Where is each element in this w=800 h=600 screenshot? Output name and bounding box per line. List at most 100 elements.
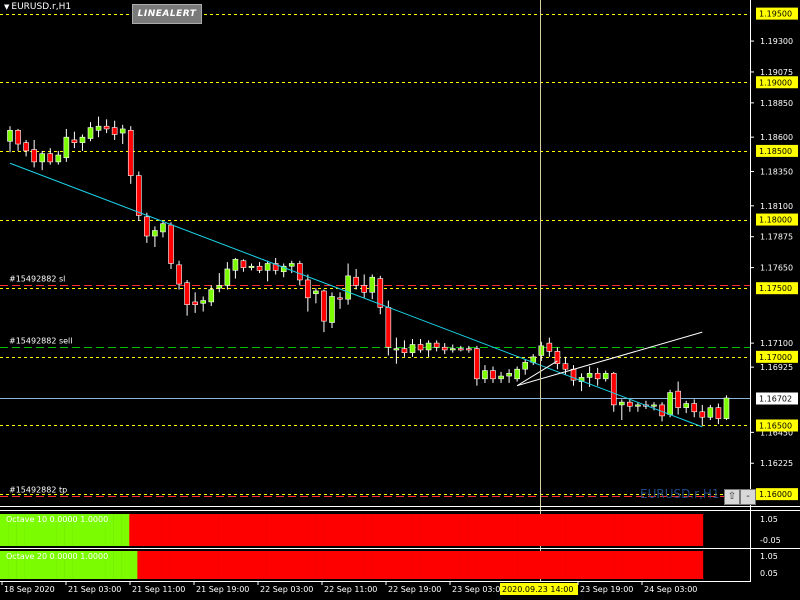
- bear-candle: [691, 403, 698, 413]
- bull-candle: [635, 404, 641, 407]
- price-tick-label: 1.19075: [760, 68, 793, 77]
- indicator-bar: [129, 551, 138, 579]
- indicator-bar: [517, 551, 526, 579]
- indicator-bar: [169, 551, 178, 579]
- indicator-bar: [694, 551, 704, 579]
- price-tick-label: 1.18350: [760, 167, 793, 176]
- indicator-bar: [492, 551, 502, 579]
- indicator-bar: [557, 551, 566, 579]
- indicator-bar: [298, 551, 308, 579]
- indicator-bar: [509, 514, 518, 546]
- indicator-bar: [185, 514, 195, 546]
- bull-candle: [345, 275, 351, 300]
- crosshair-time-label: 2020.09.23 14:00: [502, 585, 573, 594]
- indicator-name: Octave 20 0.0000 1.0000: [6, 552, 108, 561]
- bull-candle: [313, 290, 319, 294]
- indicator-bar: [113, 551, 122, 579]
- indicator-bar: [549, 551, 558, 579]
- bull-candle: [667, 392, 673, 415]
- bear-candle: [127, 130, 134, 176]
- bear-candle: [184, 282, 190, 305]
- indicator-bar: [177, 551, 187, 579]
- indicator-bar: [533, 514, 542, 546]
- indicator-bar: [121, 551, 130, 579]
- price-tick-label: 1.18600: [760, 133, 793, 142]
- indicator-bar: [436, 551, 445, 579]
- price-tick-label: 1.16225: [760, 459, 793, 468]
- indicator-bar: [274, 551, 284, 579]
- main-chart[interactable]: #15492882 sl #15492882 sell #15492882 tp 1…: [0, 0, 800, 600]
- indicator-bar: [234, 551, 243, 579]
- indicator-name: Octave 10 0.0000 1.0000: [6, 515, 108, 524]
- bull-candle: [208, 289, 215, 303]
- current-price-label: 1.16702: [759, 395, 792, 404]
- price-tick-label: 1.19300: [760, 37, 793, 46]
- chart-window-title: ▼ EURUSD.r,H1: [4, 2, 71, 12]
- indicator-bar: [379, 514, 389, 546]
- time-tick-label: 21 Sep 03:00: [68, 585, 121, 594]
- indicator-bar: [177, 514, 187, 546]
- bull-candle: [683, 403, 690, 408]
- indicator-bar: [614, 514, 623, 546]
- bull-candle: [506, 373, 512, 377]
- bull-candle: [63, 136, 70, 159]
- bear-candle: [361, 285, 368, 293]
- indicator-bar: [686, 551, 696, 579]
- price-tick-label: 1.18100: [760, 202, 793, 211]
- bull-candle: [39, 153, 46, 163]
- bear-candle: [715, 407, 722, 419]
- bull-candle: [602, 373, 609, 380]
- minus-icon[interactable]: -: [740, 489, 756, 505]
- indicator-bar: [371, 514, 380, 546]
- indicator-bar: [290, 514, 300, 546]
- bear-candle: [546, 342, 553, 352]
- bull-candle: [55, 154, 62, 163]
- line-alert-button[interactable]: LINEALERT: [132, 4, 202, 24]
- indicator-bar: [202, 514, 211, 546]
- indicator-bar: [581, 551, 591, 579]
- time-tick-label: 21 Sep 19:00: [196, 585, 249, 594]
- bull-candle: [522, 362, 529, 370]
- bull-candle: [425, 342, 432, 351]
- indicator-bar: [468, 514, 477, 546]
- level-price-label: 1.17500: [759, 284, 792, 293]
- indicator-bar: [662, 514, 671, 546]
- bear-candle: [136, 175, 142, 216]
- indicator-bar: [606, 551, 615, 579]
- indicator-bar: [290, 551, 300, 579]
- bear-candle: [256, 265, 263, 271]
- indicator-bar: [218, 514, 227, 546]
- up-arrow-icon[interactable]: ⇧: [724, 489, 740, 505]
- indicator-bar: [646, 551, 655, 579]
- indicator-bar: [129, 514, 138, 546]
- indicator-bar: [581, 514, 591, 546]
- bear-candle: [144, 216, 150, 237]
- bull-candle: [618, 401, 625, 406]
- indicator-bar: [630, 514, 639, 546]
- time-tick-label: 18 Sep 2020: [4, 585, 55, 594]
- indicator-bar: [678, 551, 688, 579]
- bull-candle: [224, 268, 231, 286]
- bull-candle: [538, 345, 545, 356]
- indicator-bar: [597, 514, 607, 546]
- price-axis: 1.19300 1.19075 1.18850 1.18600 1.18350 1.181…: [750, 0, 798, 582]
- time-tick-label: 24 Sep 03:00: [644, 585, 697, 594]
- menu-triangle-icon[interactable]: ▼: [4, 3, 9, 11]
- indicator-bar: [137, 514, 146, 546]
- indicator-bar: [565, 514, 574, 546]
- indicator-bar: [347, 551, 356, 579]
- indicator-bar: [169, 514, 178, 546]
- indicator-bar: [500, 514, 510, 546]
- time-tick-label: 23 Sep 03:00: [452, 585, 505, 594]
- bear-candle: [490, 370, 496, 380]
- indicator-bar: [379, 551, 389, 579]
- bull-candle: [119, 128, 126, 134]
- indicator-bar: [395, 514, 405, 546]
- level-price-label: 1.18500: [759, 147, 792, 156]
- indicator-bar: [589, 551, 599, 579]
- indicator-bar: [549, 514, 558, 546]
- bear-candle: [31, 149, 37, 163]
- indicator-bar: [638, 514, 647, 546]
- bear-candle: [111, 127, 118, 135]
- bull-candle: [87, 127, 94, 139]
